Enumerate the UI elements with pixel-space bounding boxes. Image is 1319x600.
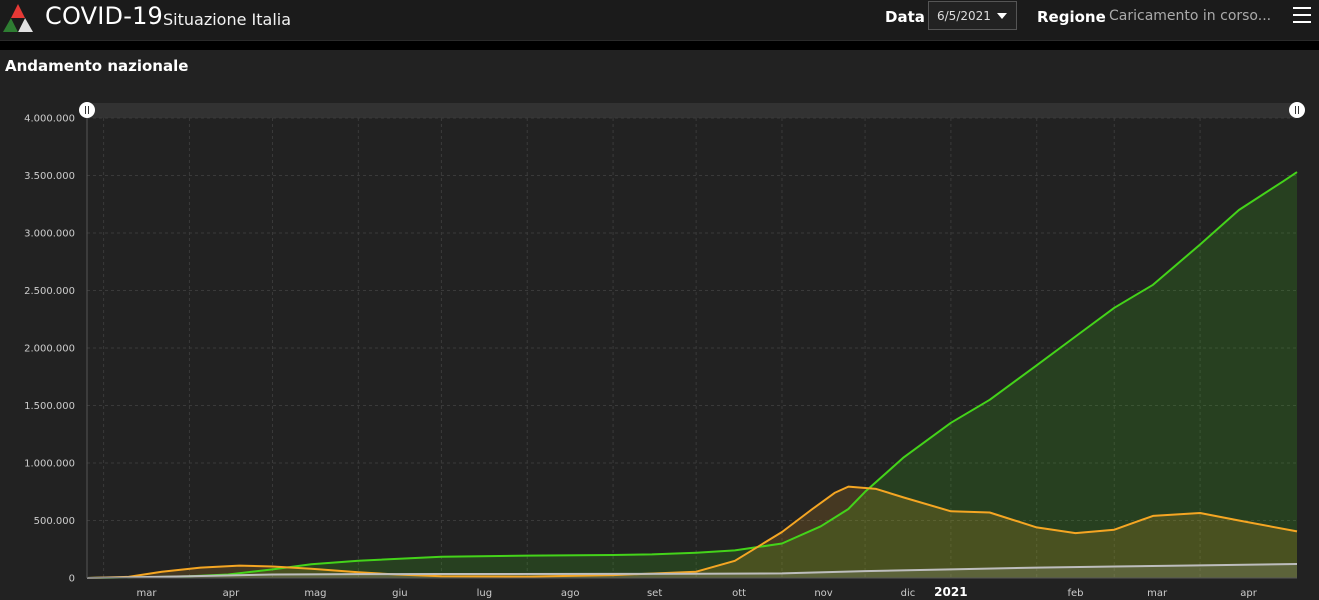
- x-axis: mar apr mag giu lug ago set ott nov dic 2021 feb mar…: [137, 585, 1258, 599]
- x-tick-label: ott: [732, 588, 746, 599]
- y-tick-label: 3.500.000: [24, 171, 75, 182]
- y-tick-label: 500.000: [34, 516, 75, 527]
- y-tick-label: 1.000.000: [24, 459, 75, 470]
- national-trend-chart: 0 500.000 1.000.000 1.500.000 2.000.000 2.500…: [24, 102, 1305, 599]
- x-tick-label: lug: [477, 588, 492, 599]
- x-tick-label: dic: [901, 588, 916, 599]
- scrollbar-start-handle[interactable]: [79, 102, 95, 118]
- y-tick-label: 2.000.000: [24, 344, 75, 355]
- scrollbar-end-handle[interactable]: [1289, 102, 1305, 118]
- x-tick-label: nov: [814, 588, 832, 599]
- x-tick-label: feb: [1067, 588, 1083, 599]
- x-tick-label: 2021: [934, 585, 967, 599]
- y-tick-label: 2.500.000: [24, 286, 75, 297]
- y-tick-label: 3.000.000: [24, 229, 75, 240]
- x-tick-label: ago: [561, 588, 580, 599]
- x-tick-label: giu: [392, 588, 407, 599]
- y-tick-label: 4.000.000: [24, 114, 75, 125]
- y-axis: 0 500.000 1.000.000 1.500.000 2.000.000 2.500…: [24, 114, 75, 585]
- x-tick-label: apr: [1240, 588, 1257, 599]
- y-tick-label: 1.500.000: [24, 401, 75, 412]
- x-tick-label: set: [647, 588, 662, 599]
- x-tick-label: apr: [223, 588, 240, 599]
- x-tick-label: mar: [1147, 588, 1168, 599]
- y-tick-label: 0: [69, 574, 75, 585]
- scrollbar-track[interactable]: [87, 103, 1297, 118]
- x-tick-label: mar: [137, 588, 158, 599]
- x-tick-label: mag: [304, 588, 326, 599]
